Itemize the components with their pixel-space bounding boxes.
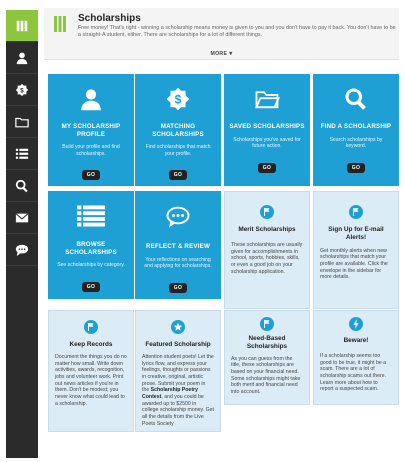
sidebar-item-saved[interactable] — [6, 106, 38, 138]
tip-merit-scholarships: Merit Scholarships These scholarships ar… — [224, 191, 310, 309]
tip-featured-scholarship: Featured Scholarship Attention student p… — [135, 310, 221, 432]
tip-body: As you can guess from the title, these s… — [231, 355, 301, 396]
tip-title: Featured Scholarship — [145, 341, 211, 348]
card-description: See scholarships by category. — [57, 262, 125, 268]
card-my-scholarship-profile[interactable]: MY SCHOLARSHIP PROFILE Build your profil… — [48, 74, 134, 186]
flag-badge-icon — [260, 317, 274, 331]
user-icon — [16, 52, 28, 64]
tip-keep-records: Keep Records Document the things you do … — [48, 310, 134, 432]
go-button[interactable]: GO — [168, 170, 188, 181]
card-description: Find scholarships that match your profil… — [145, 144, 211, 157]
flag-badge-icon — [84, 320, 98, 334]
card-title: MY SCHOLARSHIP PROFILE — [61, 123, 121, 138]
sidebar-item-search[interactable] — [6, 170, 38, 202]
card-title: REFLECT & REVIEW — [145, 243, 211, 250]
flag-badge-icon — [349, 205, 363, 219]
card-title: FIND A SCHOLARSHIP — [320, 123, 392, 130]
go-button[interactable]: GO — [168, 282, 188, 293]
sidebar-item-email[interactable] — [6, 202, 38, 234]
card-title: MATCHING SCHOLARSHIPS — [152, 123, 204, 138]
card-description: Your reflections on searching and applyi… — [144, 256, 212, 270]
card-description: Search scholarships by keyword. — [329, 136, 383, 150]
card-saved-scholarships[interactable]: SAVED SCHOLARSHIPS Scholarships you've s… — [224, 74, 310, 186]
star-badge-icon — [171, 320, 185, 334]
tip-body: Get monthly alerts when new scholarships… — [320, 247, 388, 281]
folder-icon — [15, 117, 29, 127]
page-description: Free money! That's right - winning a sch… — [78, 25, 396, 38]
tip-title: Merit Scholarships — [238, 226, 296, 233]
sidebar-item-reflect[interactable] — [6, 234, 38, 266]
tip-body: If a scholarship seems too good to be tr… — [320, 352, 387, 393]
go-button[interactable]: GO — [346, 162, 366, 173]
card-description: Scholarships you've saved for future act… — [233, 136, 301, 150]
tip-email-alerts: Sign Up for E-mail Alerts! Get monthly a… — [313, 191, 399, 309]
svg-text:$: $ — [175, 93, 182, 107]
go-button[interactable]: GO — [257, 162, 277, 173]
card-description: Build your profile and find scholarships… — [62, 144, 120, 157]
book-icon — [16, 20, 28, 31]
tip-title: Beware! — [343, 337, 369, 344]
card-title: BROWSE SCHOLARSHIPS — [65, 241, 117, 256]
sidebar-item-browse[interactable] — [6, 138, 38, 170]
card-reflect-and-review[interactable]: REFLECT & REVIEW Your reflections on sea… — [135, 191, 221, 299]
tip-title: Keep Records — [69, 341, 113, 348]
tip-title: Need-Based Scholarships — [246, 335, 288, 350]
chevron-down-icon: ▾ — [229, 51, 233, 57]
card-find-a-scholarship[interactable]: FIND A SCHOLARSHIP Search scholarships b… — [313, 74, 399, 186]
sidebar-item-profile[interactable] — [6, 42, 38, 74]
page-header: Scholarships Free money! That's right - … — [44, 8, 399, 60]
folder-icon — [255, 91, 280, 109]
card-browse-scholarships[interactable]: BROWSE SCHOLARSHIPS See scholarships by … — [48, 191, 134, 299]
list-icon — [15, 148, 29, 159]
tip-body: Attention student poets! Let the lyrics … — [136, 354, 220, 428]
envelope-icon — [15, 212, 29, 222]
search-icon — [15, 179, 28, 192]
tip-beware: Beware! If a scholarship seems too good … — [313, 310, 399, 405]
search-icon — [345, 88, 366, 110]
go-button[interactable]: GO — [81, 281, 101, 292]
tip-need-based-scholarships: Need-Based Scholarships As you can guess… — [224, 310, 310, 405]
tip-title: Sign Up for E-mail Alerts! — [328, 226, 384, 241]
tip-body: These scholarships are usually given for… — [231, 241, 303, 275]
dollar-badge-icon: $ — [15, 83, 29, 96]
card-title: SAVED SCHOLARSHIPS — [229, 123, 305, 130]
more-label: MORE — [210, 51, 228, 57]
chat-icon — [166, 206, 190, 228]
go-button[interactable]: GO — [81, 170, 101, 181]
svg-text:$: $ — [20, 87, 24, 94]
card-matching-scholarships[interactable]: $ MATCHING SCHOLARSHIPS Find scholarship… — [135, 74, 221, 186]
sidebar-item-scholarships[interactable] — [6, 10, 38, 42]
user-icon — [81, 89, 101, 111]
sidebar: $ — [6, 10, 38, 458]
lightning-badge-icon — [349, 317, 363, 331]
dollar-badge-icon: $ — [166, 87, 190, 111]
list-icon — [77, 205, 105, 227]
sidebar-item-matching[interactable]: $ — [6, 74, 38, 106]
book-icon — [54, 16, 66, 32]
chat-icon — [15, 244, 29, 256]
more-button[interactable]: MORE ▾ — [44, 50, 399, 57]
flag-badge-icon — [260, 205, 274, 219]
tip-body: Document the things you do no matter how… — [55, 353, 127, 407]
page-title: Scholarships — [78, 13, 141, 24]
